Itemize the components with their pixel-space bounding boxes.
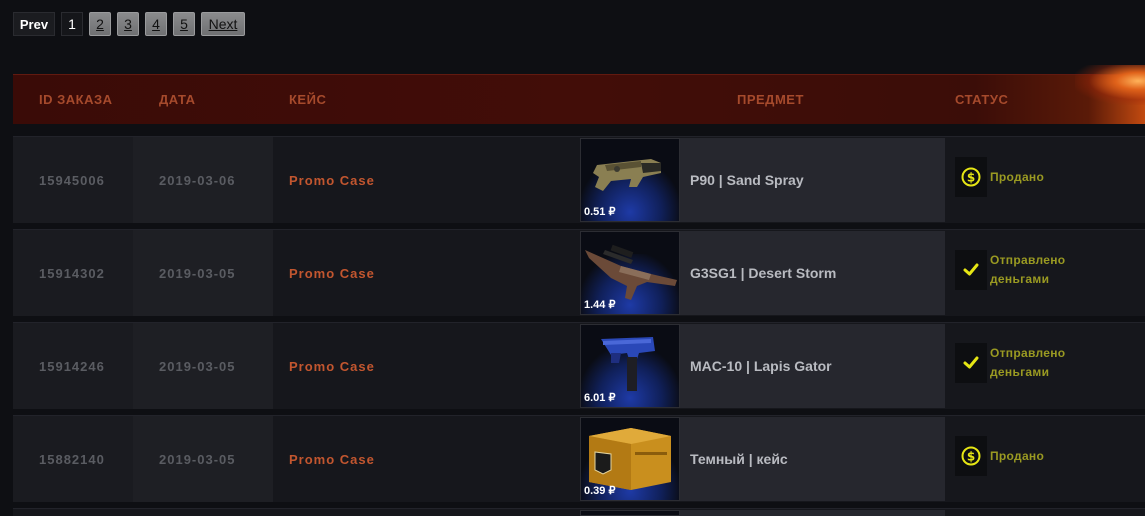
item-card[interactable]: 6.01 ₽ MAC-10 | Lapis Gator: [580, 324, 945, 408]
table-header: ID ЗАКАЗА ДАТА КЕЙС ПРЕДМЕТ СТАТУС: [13, 65, 1145, 124]
prev-page-button[interactable]: Prev: [13, 12, 55, 36]
page-link-2[interactable]: 2: [89, 12, 111, 36]
item-price: 0.39 ₽: [584, 485, 616, 497]
page-link-4[interactable]: 4: [145, 12, 167, 36]
status-icon-box: $: [955, 436, 987, 476]
order-date: 2019-03-05: [159, 266, 236, 281]
column-header-status: СТАТУС: [955, 92, 1009, 107]
column-header-order-id: ID ЗАКАЗА: [39, 92, 113, 107]
current-page: 1: [61, 12, 83, 36]
order-id: 15882140: [39, 452, 105, 467]
case-name[interactable]: Promo Case: [289, 266, 375, 281]
check-icon: [963, 263, 979, 276]
status-text: Отправлено деньгами: [990, 346, 1066, 379]
p90-smg-icon: [593, 159, 661, 191]
page-link-3[interactable]: 3: [117, 12, 139, 36]
item-card[interactable]: 1.44 ₽ G3SG1 | Desert Storm: [580, 231, 945, 315]
coin-icon: $: [961, 167, 981, 187]
order-id: 15914246: [39, 359, 105, 374]
table-row: 15945006 2019-03-06 Promo Case 0.51 ₽ P9…: [13, 136, 1145, 223]
item-thumbnail: 0.39 ₽: [580, 417, 680, 501]
header-glow-decoration: [1075, 65, 1145, 105]
page-link-5[interactable]: 5: [173, 12, 195, 36]
status-icon-box: [955, 250, 987, 290]
item-name: MAC-10 | Lapis Gator: [690, 358, 832, 374]
table-row: 15882140 2019-03-05 Promo Case 0.39 ₽ Те…: [13, 415, 1145, 502]
item-name: P90 | Sand Spray: [690, 172, 804, 188]
column-header-case: КЕЙС: [289, 92, 327, 107]
item-thumbnail: 0.51 ₽: [580, 138, 680, 222]
pagination: Prev 1 2 3 4 5 Next: [13, 12, 245, 36]
order-date: 2019-03-05: [159, 359, 236, 374]
case-name[interactable]: Promo Case: [289, 359, 375, 374]
status: Отправлено деньгами: [955, 250, 1070, 290]
svg-text:$: $: [967, 171, 975, 185]
item-price: 1.44 ₽: [584, 299, 616, 311]
item-thumbnail: 6.01 ₽: [580, 324, 680, 408]
status: $ Продано: [955, 157, 1044, 197]
status-icon-box: [955, 343, 987, 383]
table-row: 15914246 2019-03-05 Promo Case 6.01 ₽ MA…: [13, 322, 1145, 409]
status: Отправлено деньгами: [955, 343, 1070, 383]
column-header-item: ПРЕДМЕТ: [737, 92, 804, 107]
status-text: Отправлено деньгами: [990, 253, 1066, 286]
item-price: 6.01 ₽: [584, 392, 616, 404]
item-thumbnail: [580, 510, 680, 516]
status-text: Продано: [990, 448, 1045, 463]
item-thumbnail: 1.44 ₽: [580, 231, 680, 315]
status: $ Продано: [955, 436, 1044, 476]
item-card: [680, 510, 945, 516]
item-price: 0.51 ₽: [584, 206, 616, 218]
g3sg1-rifle-icon: [585, 244, 677, 300]
case-box-icon: [589, 428, 671, 490]
coin-icon: $: [961, 446, 981, 466]
case-name[interactable]: Promo Case: [289, 452, 375, 467]
item-card[interactable]: 0.51 ₽ P90 | Sand Spray: [580, 138, 945, 222]
svg-text:$: $: [967, 450, 975, 464]
order-id: 15914302: [39, 266, 105, 281]
table-row: 15914302 2019-03-05 Promo Case 1.44 ₽ G3…: [13, 229, 1145, 316]
column-header-date: ДАТА: [159, 92, 196, 107]
item-name: G3SG1 | Desert Storm: [690, 265, 837, 281]
next-page-button[interactable]: Next: [201, 12, 245, 36]
item-card[interactable]: 0.39 ₽ Темный | кейс: [580, 417, 945, 501]
status-icon-box: $: [955, 157, 987, 197]
status-text: Продано: [990, 169, 1045, 184]
check-icon: [963, 356, 979, 369]
case-name[interactable]: Promo Case: [289, 173, 375, 188]
order-date: 2019-03-05: [159, 452, 236, 467]
order-date: 2019-03-06: [159, 173, 236, 188]
order-id: 15945006: [39, 173, 105, 188]
item-name: Темный | кейс: [690, 451, 788, 467]
mac10-smg-icon: [601, 337, 655, 391]
